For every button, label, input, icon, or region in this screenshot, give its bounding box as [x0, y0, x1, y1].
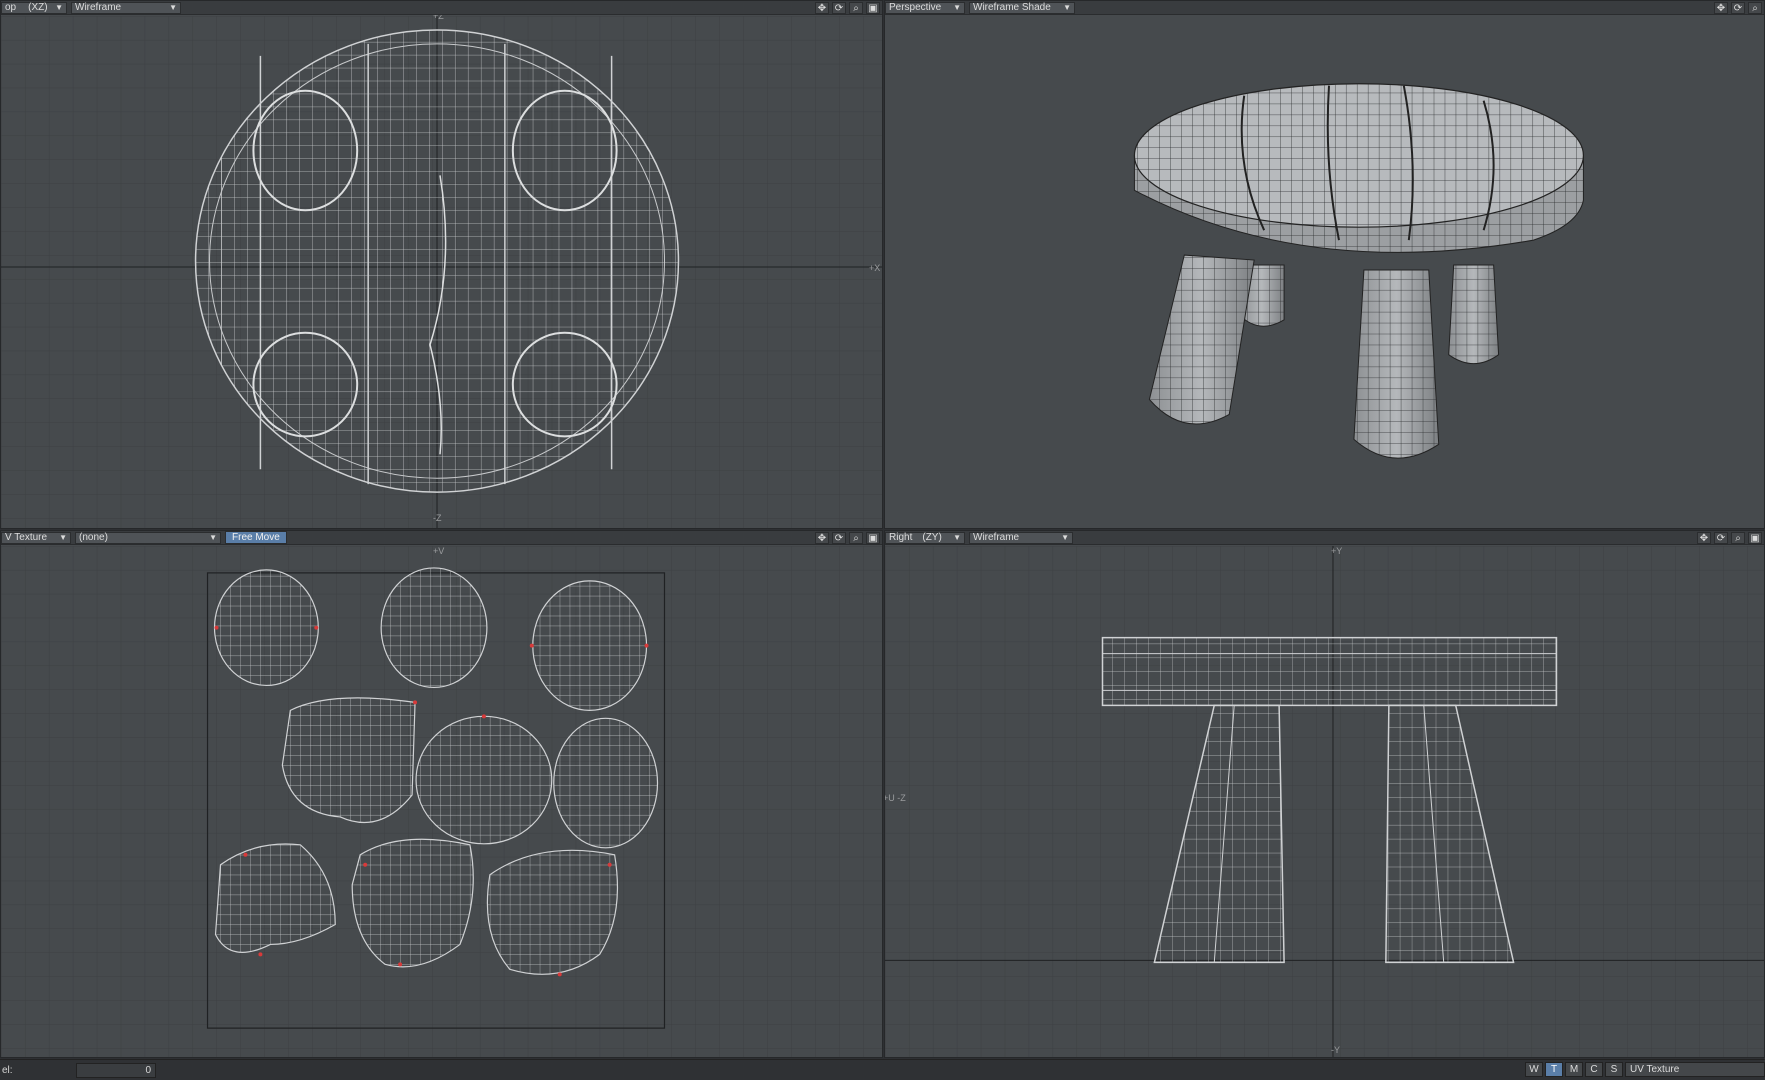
view-name: V Texture: [5, 532, 48, 543]
viewport-canvas[interactable]: [1, 16, 882, 528]
modeler-window: op (XZ) ▼ Wireframe ▼ ✥ ⟳ ⌕ ▣ +Z +X -Z P…: [0, 0, 1765, 1080]
maximize-view-icon[interactable]: ▣: [866, 532, 880, 544]
maximize-view-icon[interactable]: ▣: [1748, 532, 1762, 544]
viewport-tools: ✥ ⟳ ⌕ ▣: [1697, 531, 1762, 545]
move-view-icon[interactable]: ✥: [815, 532, 829, 544]
chevron-down-icon: ▼: [169, 3, 177, 12]
mode-w-button[interactable]: W: [1525, 1062, 1543, 1077]
viewport-canvas[interactable]: [885, 546, 1764, 1057]
axis-label-top: +V: [433, 546, 445, 556]
rotate-view-icon[interactable]: ⟳: [1731, 2, 1745, 14]
maximize-view-icon[interactable]: ▣: [866, 2, 880, 14]
mode-s-button[interactable]: S: [1605, 1062, 1623, 1077]
axis-label-left: +U -Z: [884, 793, 906, 803]
free-move-button[interactable]: Free Move: [225, 531, 287, 544]
chevron-down-icon: ▼: [953, 3, 961, 12]
mode-c-button[interactable]: C: [1585, 1062, 1603, 1077]
zoom-view-icon[interactable]: ⌕: [849, 2, 863, 14]
view-type-select[interactable]: Perspective ▼: [885, 1, 965, 14]
chevron-down-icon: ▼: [55, 3, 63, 12]
status-mode-group: W T M C S UV Texture: [1525, 1062, 1765, 1077]
render-mode-label: Wireframe: [973, 532, 1020, 543]
viewport-header: Perspective ▼ Wireframe Shade ▼ ✥ ⟳ ⌕: [885, 1, 1764, 15]
view-name: Perspective: [889, 2, 942, 13]
chevron-down-icon: ▼: [1061, 533, 1069, 542]
viewport-tools: ✥ ⟳ ⌕ ▣: [815, 1, 880, 15]
view-name: Right: [889, 532, 913, 543]
view-type-select[interactable]: op (XZ) ▼: [1, 1, 67, 14]
top-view-wireframe: [1, 16, 882, 528]
rotate-view-icon[interactable]: ⟳: [1714, 532, 1728, 544]
status-value-field[interactable]: 0: [76, 1062, 156, 1078]
chevron-down-icon: ▼: [209, 533, 217, 542]
stool-shaded-model: [1133, 83, 1585, 459]
axis-label-top: +Y: [1331, 546, 1343, 556]
viewport-header: V Texture ▼ (none) ▼ Free Move ✥ ⟳ ⌕ ▣: [1, 531, 882, 545]
viewport-canvas[interactable]: [1, 546, 882, 1057]
render-mode-select[interactable]: Wireframe ▼: [71, 1, 181, 14]
viewport-header: op (XZ) ▼ Wireframe ▼ ✥ ⟳ ⌕ ▣: [1, 1, 882, 15]
zoom-view-icon[interactable]: ⌕: [1731, 532, 1745, 544]
uv-layout: [1, 546, 882, 1057]
chevron-down-icon: ▼: [59, 533, 67, 542]
move-view-icon[interactable]: ✥: [1697, 532, 1711, 544]
uv-map-select[interactable]: (none) ▼: [75, 531, 221, 544]
render-mode-label: Wireframe Shade: [973, 2, 1051, 13]
viewport-canvas[interactable]: [885, 16, 1764, 528]
viewport-right[interactable]: Right (ZY) ▼ Wireframe ▼ ✥ ⟳ ⌕ ▣ +Y +U -…: [884, 530, 1765, 1058]
render-mode-select[interactable]: Wireframe Shade ▼: [969, 1, 1075, 14]
axis-label-bottom: -Y: [1331, 1045, 1340, 1055]
axis-label-right: +X: [869, 263, 881, 273]
zoom-view-icon[interactable]: ⌕: [849, 532, 863, 544]
rotate-view-icon[interactable]: ⟳: [832, 2, 846, 14]
viewport-header: Right (ZY) ▼ Wireframe ▼ ✥ ⟳ ⌕ ▣: [885, 531, 1764, 545]
uv-map-label: (none): [79, 532, 108, 543]
rotate-view-icon[interactable]: ⟳: [832, 532, 846, 544]
move-view-icon[interactable]: ✥: [1714, 2, 1728, 14]
zoom-view-icon[interactable]: ⌕: [1748, 2, 1762, 14]
map-type-select[interactable]: UV Texture: [1625, 1062, 1765, 1077]
view-type-select[interactable]: Right (ZY) ▼: [885, 531, 965, 544]
viewport-uv[interactable]: V Texture ▼ (none) ▼ Free Move ✥ ⟳ ⌕ ▣ +…: [0, 530, 883, 1058]
view-type-select[interactable]: V Texture ▼: [1, 531, 71, 544]
viewport-perspective[interactable]: Perspective ▼ Wireframe Shade ▼ ✥ ⟳ ⌕: [884, 0, 1765, 529]
chevron-down-icon: ▼: [953, 533, 961, 542]
render-mode-select[interactable]: Wireframe ▼: [969, 531, 1073, 544]
viewport-top[interactable]: op (XZ) ▼ Wireframe ▼ ✥ ⟳ ⌕ ▣ +Z +X -Z: [0, 0, 883, 529]
right-view-wireframe: [885, 546, 1764, 1057]
status-label: el:: [2, 1064, 13, 1076]
axis-label-bottom: -Z: [433, 513, 442, 523]
view-axis: (ZY): [922, 532, 942, 543]
move-view-icon[interactable]: ✥: [815, 2, 829, 14]
view-axis: (XZ): [28, 2, 48, 13]
status-bar: el: 0 W T M C S UV Texture: [0, 1059, 1765, 1080]
viewport-tools: ✥ ⟳ ⌕ ▣: [815, 531, 880, 545]
view-name: op: [5, 2, 17, 13]
mode-t-button[interactable]: T: [1545, 1062, 1563, 1077]
render-mode-label: Wireframe: [75, 2, 122, 13]
map-type-label: UV Texture: [1630, 1064, 1680, 1075]
chevron-down-icon: ▼: [1063, 3, 1071, 12]
viewport-tools: ✥ ⟳ ⌕: [1714, 1, 1762, 15]
mode-m-button[interactable]: M: [1565, 1062, 1583, 1077]
